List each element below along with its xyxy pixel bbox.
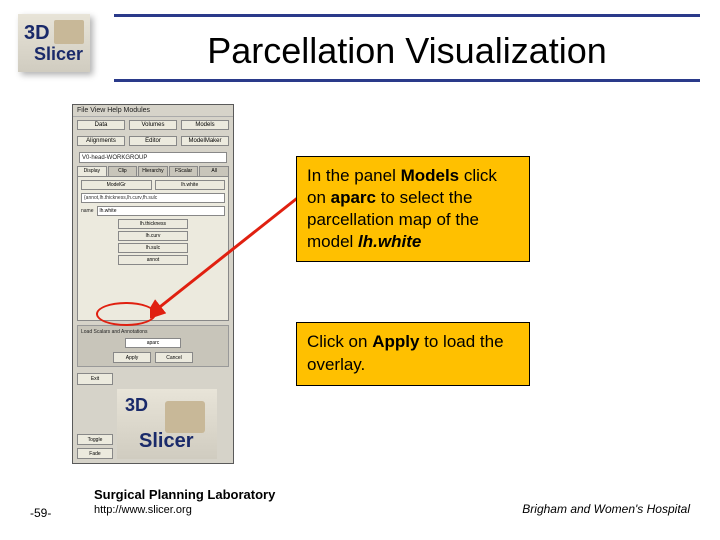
slicer-logo-small: 3D Slicer [117, 389, 217, 459]
data-button[interactable]: Data [77, 120, 125, 130]
exit-button[interactable]: Exit [77, 373, 113, 385]
models-button[interactable]: Models [181, 120, 229, 130]
logo-image-icon [165, 401, 205, 433]
scalar-item[interactable]: annot [118, 255, 188, 265]
logo-text-top: 3D [24, 23, 50, 43]
slide-header: 3D Slicer Parcellation Visualization [18, 14, 700, 82]
footer-hospital: Brigham and Women's Hospital [522, 502, 690, 516]
minilogo-text-bottom: Slicer [139, 430, 193, 453]
scalars-field[interactable]: {annot,lh.thickness,lh.curv,fh.sulc [81, 193, 225, 203]
models-panel: ModelGr lh.white {annot,lh.thickness,lh.… [77, 176, 229, 321]
name-input[interactable]: lh.white [97, 206, 225, 216]
tab-clip[interactable]: Clip [108, 166, 138, 176]
modelmaker-button[interactable]: ModelMaker [181, 136, 229, 146]
header-rule-top [114, 14, 700, 17]
modelgr-selector[interactable]: ModelGr [81, 180, 152, 190]
alignments-button[interactable]: Alignments [77, 136, 125, 146]
scalar-list: lh.thickness lh.curv lh.sulc annot [118, 219, 188, 265]
app-bottom-section: Exit Toggle Fade 3D Slicer [77, 373, 229, 459]
apply-button[interactable]: Apply [113, 352, 151, 363]
logo-text-bottom: Slicer [34, 45, 83, 63]
scalar-item[interactable]: lh.curv [118, 231, 188, 241]
tab-fscalar[interactable]: FScalar [169, 166, 199, 176]
overlay-title: Load Scalars and Annotations [81, 329, 225, 335]
logo-image-icon [54, 20, 84, 44]
fade-button[interactable]: Fade [77, 448, 113, 459]
model-selector[interactable]: lh.white [155, 180, 226, 190]
slide-title: Parcellation Visualization [114, 30, 700, 72]
module-button-row-2: Alignments Editor ModelMaker [73, 133, 233, 149]
scalar-item[interactable]: lh.thickness [118, 219, 188, 229]
slicer-app-screenshot: File View Help Modules Data Volumes Mode… [72, 104, 234, 464]
overlay-section: Load Scalars and Annotations aparc Apply… [77, 325, 229, 367]
instruction-callout-2: Click on Apply to load the overlay. [296, 322, 530, 386]
aparc-field[interactable]: aparc [125, 338, 181, 348]
volumes-button[interactable]: Volumes [129, 120, 177, 130]
minilogo-text-top: 3D [125, 395, 148, 416]
instruction-callout-1: In the panel Models click on aparc to se… [296, 156, 530, 262]
module-button-row-1: Data Volumes Models [73, 117, 233, 133]
page-number: -59- [30, 506, 51, 520]
workgroup-dropdown[interactable]: V0-head-WORKGROUP [79, 152, 227, 163]
app-menubar[interactable]: File View Help Modules [73, 105, 233, 117]
tab-display[interactable]: Display [77, 166, 107, 176]
tab-all[interactable]: All [199, 166, 229, 176]
cancel-button[interactable]: Cancel [155, 352, 193, 363]
toggle-button[interactable]: Toggle [77, 434, 113, 445]
panel-tabs: Display Clip Hierarchy FScalar All [77, 166, 229, 176]
footer-left: Surgical Planning Laboratory http://www.… [94, 487, 275, 516]
lab-name: Surgical Planning Laboratory [94, 487, 275, 502]
lab-url: http://www.slicer.org [94, 504, 275, 516]
name-label: name [81, 208, 94, 214]
editor-button[interactable]: Editor [129, 136, 177, 146]
tab-hierarchy[interactable]: Hierarchy [138, 166, 168, 176]
slicer-logo: 3D Slicer [18, 14, 90, 72]
header-rule-bottom [114, 79, 700, 82]
scalar-item[interactable]: lh.sulc [118, 243, 188, 253]
